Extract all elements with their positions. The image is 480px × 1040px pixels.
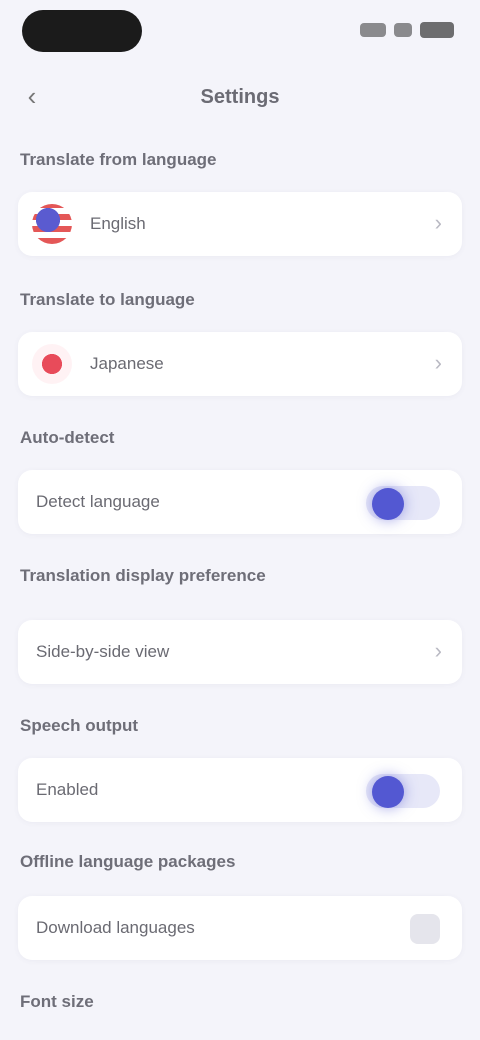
speech-output-toggle[interactable] — [366, 774, 440, 808]
offline-packages-label: Download languages — [36, 918, 195, 937]
japan-flag-icon — [32, 344, 72, 384]
display-preference-selector[interactable]: Side-by-side view › — [18, 620, 462, 684]
system-status-icons — [360, 22, 454, 38]
section-label-from-language: Translate from language — [20, 150, 217, 169]
section-label-auto-detect: Auto-detect — [20, 428, 115, 447]
to-language-value: Japanese — [90, 354, 164, 373]
wifi-icon — [394, 23, 412, 37]
to-language-selector[interactable]: Japanese › — [18, 332, 462, 396]
section-label-speech-output: Speech output — [20, 716, 139, 735]
auto-detect-toggle[interactable] — [366, 486, 440, 520]
download-icon[interactable] — [410, 914, 440, 944]
section-label-font-size: Font size — [20, 992, 94, 1011]
toggle-knob — [372, 488, 404, 520]
section-label-display-preference: Translation display preference — [20, 566, 266, 585]
from-language-selector[interactable]: English › — [18, 192, 462, 256]
page-title: Settings — [200, 86, 280, 108]
navigation-bar: ‹ Settings — [0, 72, 480, 120]
from-language-value: English — [90, 214, 146, 233]
section-label-offline-packages: Offline language packages — [20, 852, 236, 871]
speech-output-label: Enabled — [36, 780, 99, 799]
chevron-right-icon: › — [434, 638, 442, 663]
us-flag-icon — [32, 204, 72, 244]
signal-icon — [360, 23, 386, 37]
chevron-right-icon: › — [434, 210, 442, 235]
chevron-right-icon: › — [434, 350, 442, 375]
auto-detect-label: Detect language — [36, 492, 160, 511]
battery-icon — [420, 22, 454, 38]
speech-output-row: Enabled — [18, 758, 462, 822]
section-label-to-language: Translate to language — [20, 290, 195, 309]
dynamic-island — [22, 10, 142, 52]
display-preference-value: Side-by-side view — [36, 642, 170, 661]
toggle-knob — [372, 776, 404, 808]
auto-detect-row: Detect language — [18, 470, 462, 534]
offline-packages-row[interactable]: Download languages — [18, 896, 462, 960]
status-bar — [0, 0, 480, 64]
